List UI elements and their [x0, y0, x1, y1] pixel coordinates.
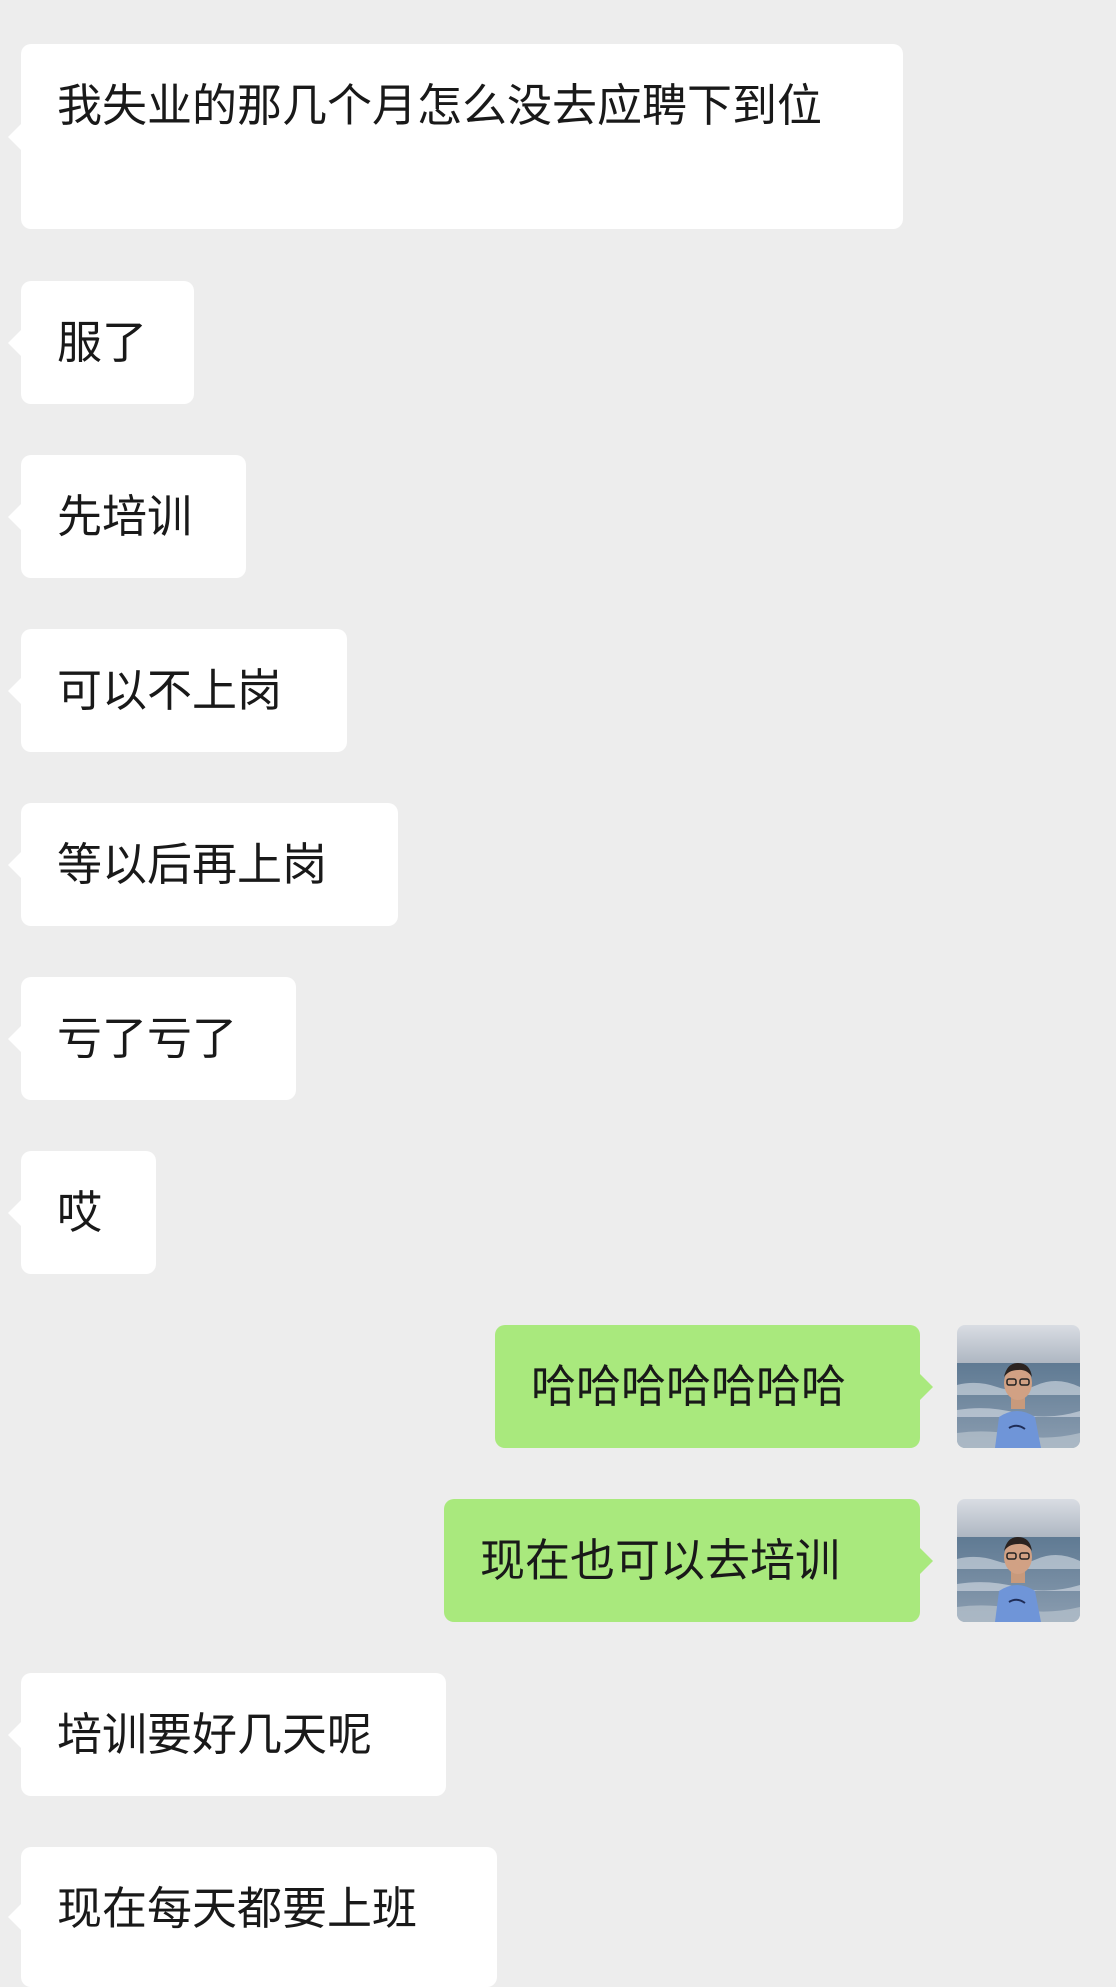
- incoming-message-bubble[interactable]: 我失业的那几个月怎么没去应聘下到位: [8, 44, 903, 229]
- user-avatar[interactable]: [957, 1325, 1080, 1448]
- outgoing-message-bubble[interactable]: 现在也可以去培训: [444, 1499, 933, 1622]
- incoming-message-bubble[interactable]: 先培训: [8, 455, 246, 578]
- incoming-message-bubble[interactable]: 可以不上岗: [8, 629, 347, 752]
- incoming-message-bubble[interactable]: 哎: [8, 1151, 156, 1274]
- incoming-message-bubble[interactable]: 亏了亏了: [8, 977, 296, 1100]
- incoming-message-bubble[interactable]: 培训要好几天呢: [8, 1673, 446, 1796]
- user-avatar-photo: [957, 1325, 1080, 1448]
- incoming-message-bubble[interactable]: 服了: [8, 281, 194, 404]
- user-avatar-photo: [957, 1499, 1080, 1622]
- chat-message-list[interactable]: 我失业的那几个月怎么没去应聘下到位 服了 先培训 可以不上岗 等以后再上岗 亏了…: [0, 0, 1116, 1987]
- incoming-message-bubble[interactable]: 现在每天都要上班: [8, 1847, 497, 1987]
- outgoing-message-bubble[interactable]: 哈哈哈哈哈哈哈: [495, 1325, 933, 1448]
- user-avatar[interactable]: [957, 1499, 1080, 1622]
- incoming-message-bubble[interactable]: 等以后再上岗: [8, 803, 398, 926]
